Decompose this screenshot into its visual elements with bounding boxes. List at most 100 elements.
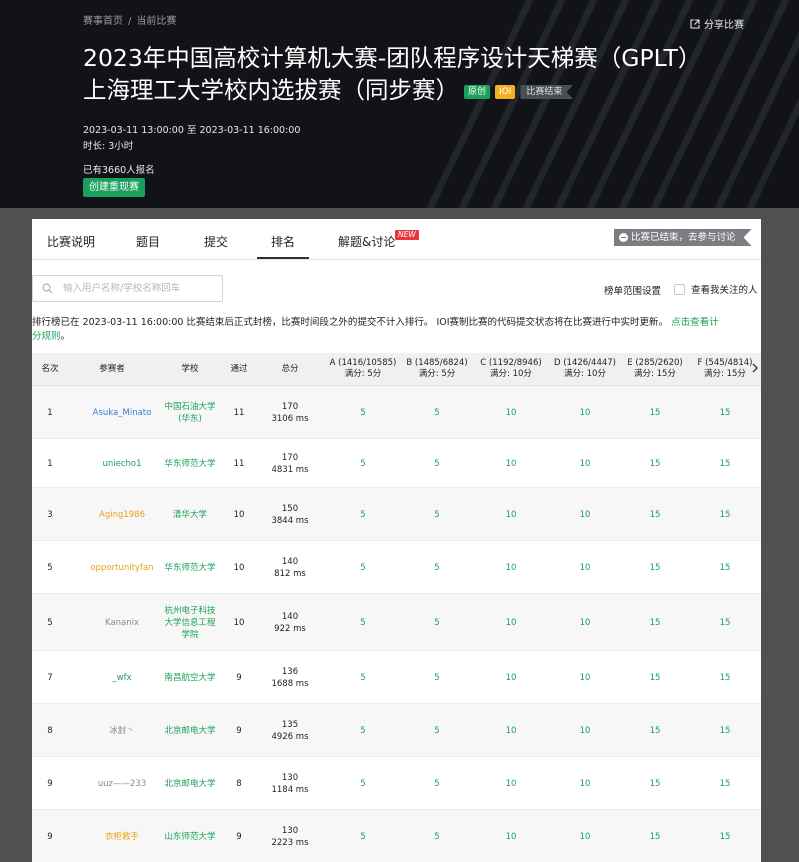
problem-score-cell[interactable]: 10 [493,672,529,684]
tab-discussion[interactable]: 解题&讨论 [338,233,395,250]
problem-score-cell[interactable]: 5 [419,672,455,684]
problem-score-cell[interactable]: 10 [493,509,529,521]
problem-score-cell[interactable]: 5 [345,831,381,843]
problem-score-cell[interactable]: 5 [419,778,455,790]
problem-score-cell[interactable]: 15 [707,725,743,737]
problem-score-cell[interactable]: 5 [345,672,381,684]
tab-problems[interactable]: 题目 [136,233,160,250]
follow-filter[interactable]: 查看我关注的人 [674,282,758,296]
problem-score-cell[interactable]: 5 [419,831,455,843]
school-cell[interactable]: 南昌航空大学 [160,672,220,684]
problem-score-cell[interactable]: 15 [637,509,673,521]
header-problem-d[interactable]: D (1426/4447) 满分: 10分 [549,358,621,380]
header-problem-a[interactable]: A (1416/10585) 满分: 5分 [327,358,399,380]
tab-description[interactable]: 比赛说明 [47,233,95,250]
scoring-rules-link[interactable]: 点击查看计 [671,317,719,328]
problem-score-cell[interactable]: 10 [493,458,529,470]
problem-score-cell[interactable]: 5 [419,617,455,629]
problem-score-cell[interactable]: 10 [493,562,529,574]
follow-checkbox[interactable] [674,283,685,295]
participant-name[interactable]: 衣柜救手 [72,831,172,843]
problem-score-cell[interactable]: 5 [345,407,381,419]
school-cell[interactable]: 中国石油大学 (华东) [160,401,220,425]
problem-score-cell[interactable]: 10 [567,725,603,737]
search-input[interactable] [63,283,213,294]
problem-score-cell[interactable]: 10 [493,407,529,419]
tab-ranking[interactable]: 排名 [271,233,295,250]
problem-score-cell[interactable]: 10 [567,509,603,521]
problem-score-cell[interactable]: 15 [707,407,743,419]
problem-score-cell[interactable]: 15 [637,672,673,684]
participant-name[interactable]: Kananix [72,617,172,629]
problem-score-cell[interactable]: 10 [567,407,603,419]
problem-score-cell[interactable]: 15 [637,831,673,843]
problem-score-cell[interactable]: 5 [419,509,455,521]
problem-score-cell[interactable]: 5 [419,407,455,419]
problem-score-cell[interactable]: 5 [345,725,381,737]
problem-score-cell[interactable]: 15 [637,725,673,737]
problem-score-cell[interactable]: 5 [345,458,381,470]
scoring-rules-link-part1: 点击查看计 [671,317,719,328]
problem-score-cell[interactable]: 15 [707,831,743,843]
school-cell[interactable]: 北京邮电大学 [160,725,220,737]
header-problem-e[interactable]: E (285/2620) 满分: 15分 [619,358,691,380]
problem-score-cell[interactable]: 15 [707,617,743,629]
problem-score-cell[interactable]: 10 [567,617,603,629]
range-settings-link[interactable]: 榜单范围设置 [604,283,661,297]
participant-name[interactable]: uniecho1 [72,458,172,470]
time-sep: 至 [186,125,197,136]
problem-score-cell[interactable]: 5 [345,778,381,790]
problem-score-cell[interactable]: 10 [567,458,603,470]
problem-score-cell[interactable]: 15 [637,617,673,629]
problem-score-cell[interactable]: 10 [493,725,529,737]
participant-name[interactable]: 冰封丶 [72,725,172,737]
tab-submit[interactable]: 提交 [204,233,228,250]
school-cell[interactable]: 杭州电子科技 大学信息工程 学院 [160,605,220,641]
problem-score-cell[interactable]: 5 [419,562,455,574]
participant-name[interactable]: Aging1986 [72,509,172,521]
problem-score-cell[interactable]: 5 [345,562,381,574]
problem-score-cell[interactable]: 10 [493,778,529,790]
problem-score-cell[interactable]: 5 [345,509,381,521]
problem-score-cell[interactable]: 10 [567,562,603,574]
problem-score-cell[interactable]: 10 [567,672,603,684]
problem-score-cell[interactable]: 15 [637,778,673,790]
header-problem-b[interactable]: B (1485/6824) 满分: 5分 [401,358,473,380]
participant-name[interactable]: uuz——233 [72,778,172,790]
search-box [32,275,223,302]
problem-score-cell[interactable]: 5 [419,725,455,737]
contest-ended-banner[interactable]: 比赛已结束，去参与讨论 [614,229,752,246]
total-score-cell: 135 4926 ms [268,719,312,743]
participant-name[interactable]: _wfx [72,672,172,684]
problem-score-cell[interactable]: 15 [707,778,743,790]
share-contest-button[interactable]: 分享比赛 [690,16,744,31]
participant-name[interactable]: opportunityfan [72,562,172,574]
participant-name[interactable]: Asuka_Minato [72,407,172,419]
school-cell[interactable]: 清华大学 [160,509,220,521]
problem-score-cell[interactable]: 15 [707,458,743,470]
school-cell[interactable]: 北京邮电大学 [160,778,220,790]
problem-score-cell[interactable]: 15 [707,672,743,684]
problem-score-cell[interactable]: 10 [493,617,529,629]
problem-score-cell[interactable]: 5 [419,458,455,470]
school-cell[interactable]: 华东师范大学 [160,562,220,574]
breadcrumb-home[interactable]: 赛事首页 [83,16,123,27]
problem-score-cell[interactable]: 10 [493,831,529,843]
problem-score-cell[interactable]: 15 [707,562,743,574]
scoring-rules-link-cont[interactable]: 分规则 [32,331,61,342]
create-replay-button[interactable]: 创建重现赛 [83,178,145,197]
problem-score-cell[interactable]: 5 [345,617,381,629]
problem-score-cell[interactable]: 15 [637,562,673,574]
problem-score-cell[interactable]: 10 [567,778,603,790]
problem-score-cell[interactable]: 15 [637,458,673,470]
total-score-cell: 140 812 ms [268,556,312,580]
school-cell[interactable]: 华东师范大学 [160,458,220,470]
header-problem-f[interactable]: F (545/4814) 满分: 15分 [689,358,761,380]
problem-score-cell[interactable]: 10 [567,831,603,843]
scroll-right-icon[interactable] [752,363,759,373]
school-cell[interactable]: 山东师范大学 [160,831,220,843]
problem-score-cell[interactable]: 15 [637,407,673,419]
breadcrumb-current[interactable]: 当前比赛 [136,16,176,27]
problem-score-cell[interactable]: 15 [707,509,743,521]
header-problem-c[interactable]: C (1192/8946) 满分: 10分 [475,358,547,380]
